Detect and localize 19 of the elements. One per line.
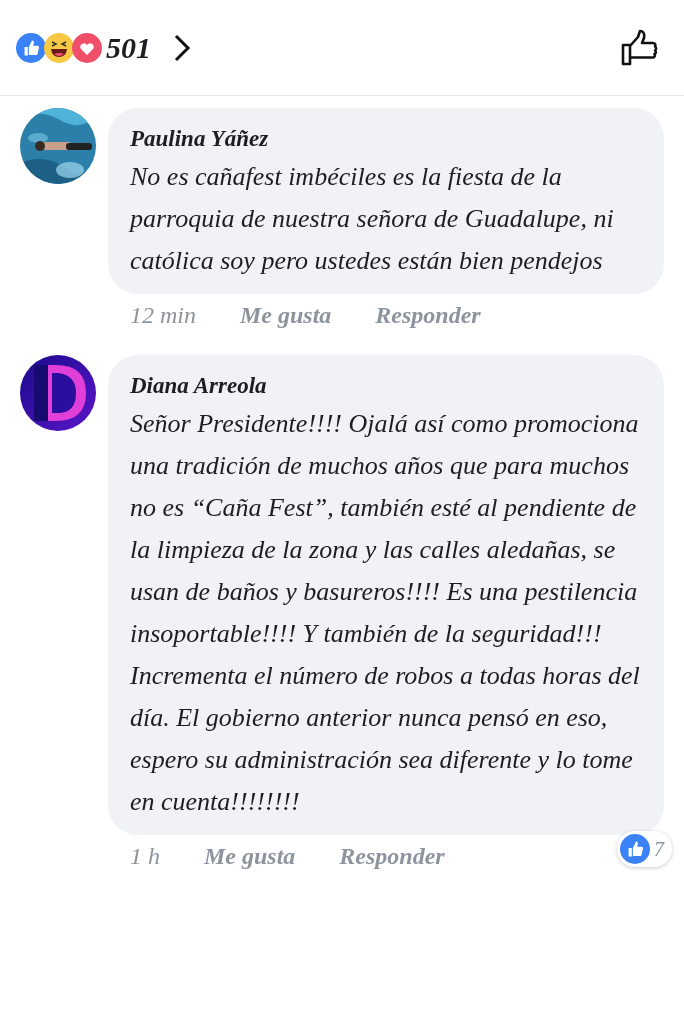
like-reaction-icon — [620, 834, 650, 864]
comment-author[interactable]: Paulina Yáñez — [130, 122, 642, 156]
reaction-badge-count: 7 — [654, 837, 664, 861]
like-link[interactable]: Me gusta — [204, 843, 296, 870]
comment-text: No es cañafest imbéciles es la fiesta de la parroquia de nuestra señora de Guadalupe, ni católica soy pero ustedes están bien pendejos — [130, 161, 615, 277]
laughing-reaction-icon — [44, 32, 74, 63]
like-reaction-icon — [16, 32, 46, 63]
comment-time: 1 h — [130, 843, 160, 870]
reply-link[interactable]: Responder — [339, 843, 445, 870]
reply-link[interactable]: Responder — [375, 302, 481, 329]
thumbs-up-icon[interactable] — [620, 28, 660, 67]
heart-reaction-icon — [72, 32, 102, 63]
comment-time: 12 min — [130, 302, 196, 329]
comment-text: Señor Presidente!!!! Ojalá así como promociona una tradición de muchos años que para muchos no es “Caña Fest”, también esté al pendiente de la limpieza de la zona y las calles aledañas, se usan de baños y basureros!!!! Es una pestilencia insoportable!!!! Y también de la seguridad!!! Incrementa el número de robos a todas horas del día. El gobierno anterior nunca pensó en eso, espero su administración sea diferente y lo tome en cuenta!!!!!!!! — [130, 408, 641, 818]
like-link[interactable]: Me gusta — [240, 302, 332, 329]
comment-author[interactable]: Diana Arreola — [130, 369, 642, 403]
reaction-badge[interactable]: 7 — [617, 831, 672, 867]
chevron-right-icon[interactable] — [173, 32, 191, 63]
reaction-count[interactable]: 501 — [106, 30, 151, 65]
